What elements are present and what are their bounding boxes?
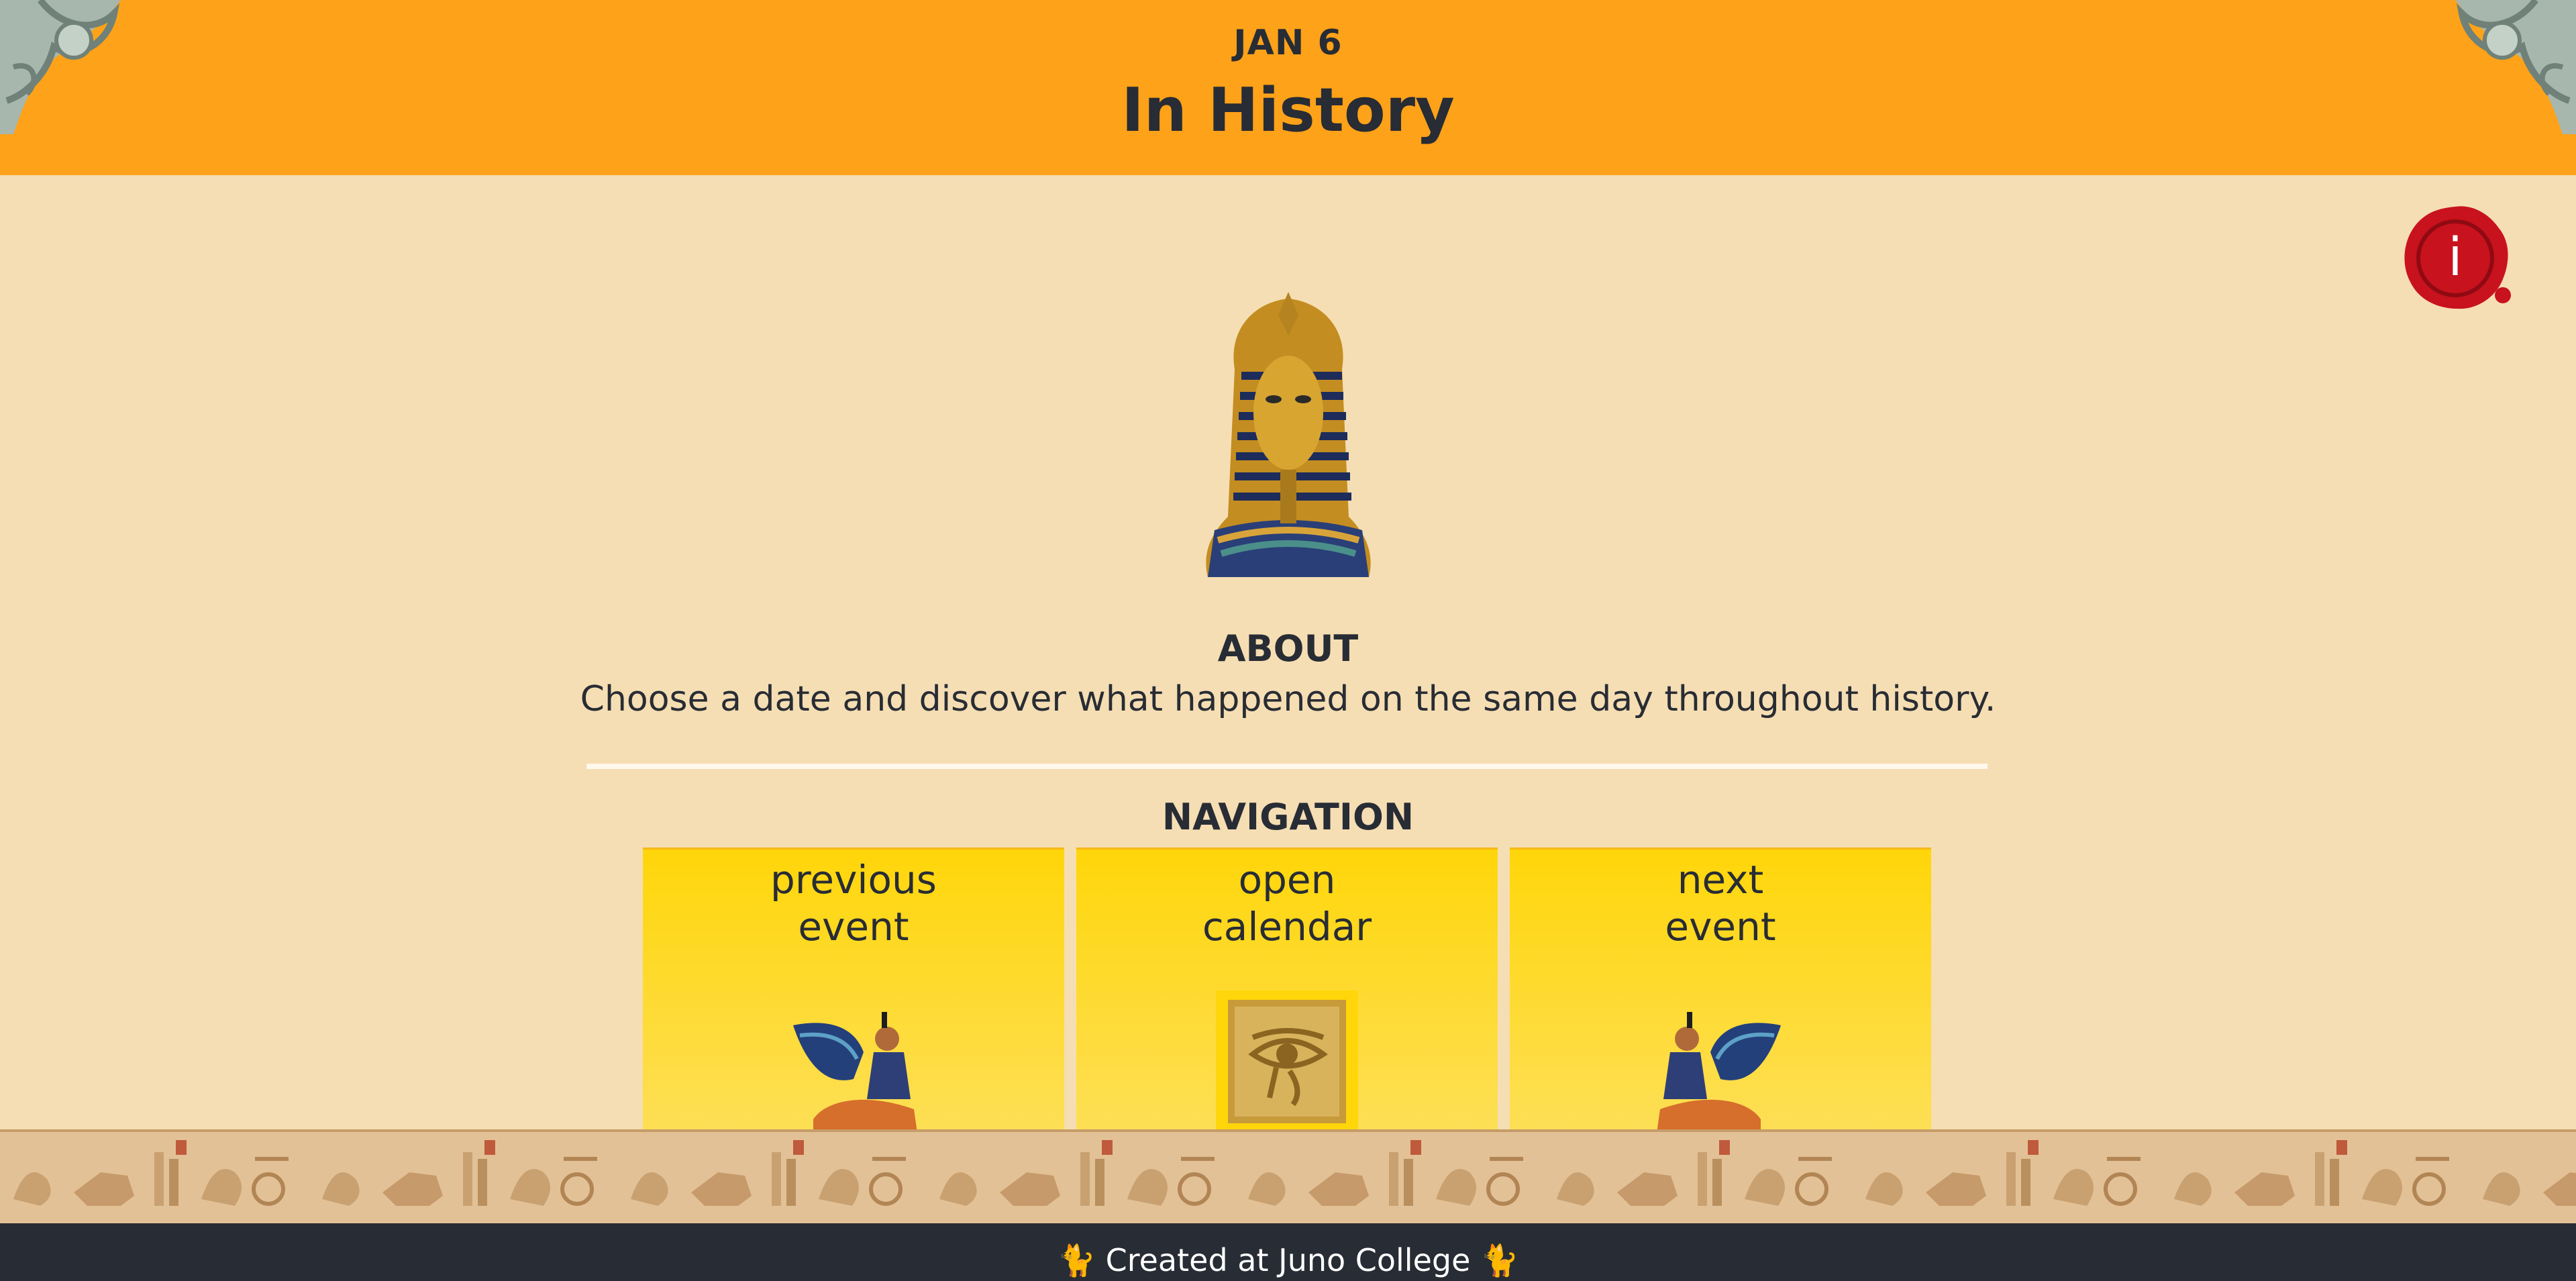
section-divider xyxy=(586,764,1988,769)
hieroglyph-pattern-icon xyxy=(0,1132,2576,1219)
open-calendar-button[interactable]: open calendar xyxy=(1076,848,1498,1133)
winged-goddess-icon xyxy=(793,1012,917,1133)
footer-text: Created at Juno College xyxy=(1105,1242,1471,1278)
next-event-label-line1: next xyxy=(1677,857,1764,903)
about-text: Choose a date and discover what happened… xyxy=(580,679,1996,719)
next-event-label-line2: event xyxy=(1665,904,1776,950)
open-calendar-label-line2: calendar xyxy=(1202,904,1372,950)
about-heading: ABOUT xyxy=(1217,627,1359,670)
hieroglyph-border xyxy=(0,1129,2576,1230)
info-glyph: i xyxy=(2448,227,2463,288)
previous-event-button[interactable]: previous event xyxy=(643,848,1064,1133)
info-seal-icon: i xyxy=(2404,206,2511,309)
eye-of-horus-icon xyxy=(1216,990,1358,1133)
header-date: JAN 6 xyxy=(1233,23,1343,63)
footer-credit: 🐈 Created at Juno College 🐈 xyxy=(0,1242,2576,1279)
info-button[interactable]: i xyxy=(2398,201,2512,315)
page-title: In History xyxy=(1121,75,1455,146)
winged-goddess-icon xyxy=(1657,1012,1781,1133)
site-footer: 🐈 Created at Juno College 🐈 xyxy=(0,1223,2576,1281)
site-header: JAN 6 In History xyxy=(0,0,2576,175)
open-calendar-label-line1: open xyxy=(1238,857,1336,903)
next-event-button[interactable]: next event xyxy=(1510,848,1931,1133)
previous-event-label: previous event xyxy=(643,856,1064,950)
next-event-label: next event xyxy=(1510,856,1931,950)
open-calendar-label: open calendar xyxy=(1076,856,1498,950)
previous-event-label-line1: previous xyxy=(770,857,937,903)
cat-icon: 🐈 xyxy=(1057,1242,1096,1278)
pharaoh-mask-image xyxy=(1206,292,1371,577)
cat-icon: 🐈 xyxy=(1480,1242,1519,1278)
navigation-heading: NAVIGATION xyxy=(1162,796,1414,838)
previous-event-label-line2: event xyxy=(798,904,909,950)
